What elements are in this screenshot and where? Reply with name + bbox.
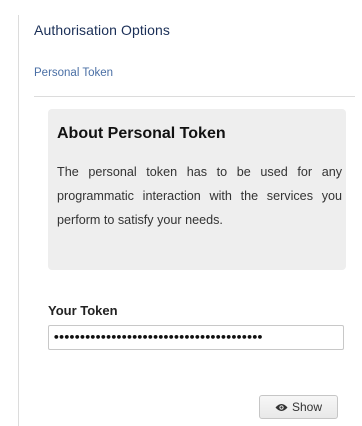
token-field[interactable] — [48, 325, 344, 350]
token-label: Your Token — [48, 303, 118, 318]
show-token-button[interactable]: Show — [259, 395, 338, 419]
left-border — [18, 15, 19, 426]
about-panel: About Personal Token The personal token … — [48, 109, 346, 270]
about-text: The personal token has to be used for an… — [57, 165, 342, 227]
eye-icon — [275, 403, 288, 412]
subtitle-divider — [34, 96, 355, 97]
section-title: Authorisation Options — [34, 22, 170, 38]
authorisation-options-page: Authorisation Options Personal Token Abo… — [0, 0, 362, 426]
show-button-label: Show — [291, 400, 323, 414]
about-heading: About Personal Token — [57, 125, 226, 142]
personal-token-subtitle: Personal Token — [34, 67, 114, 79]
